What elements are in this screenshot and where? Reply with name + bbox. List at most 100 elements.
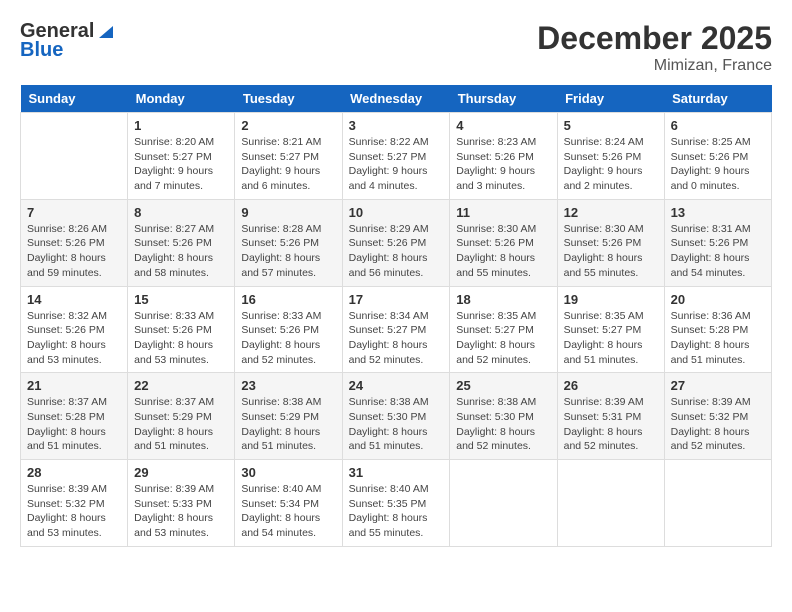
day-number: 22 [134,378,228,393]
day-number: 9 [241,205,335,220]
calendar-cell: 21 Sunrise: 8:37 AM Sunset: 5:28 PM Dayli… [21,373,128,460]
week-row-5: 28Sunrise: 8:39 AM Sunset: 5:32 PM Dayli… [21,460,772,547]
calendar-cell: 15 Sunrise: 8:33 AM Sunset: 5:26 PM Dayli… [128,286,235,373]
day-info: Sunrise: 8:22 AM Sunset: 5:27 PM Dayligh… [349,135,444,194]
calendar-cell: 28Sunrise: 8:39 AM Sunset: 5:32 PM Dayli… [21,460,128,547]
calendar-cell: 2Sunrise: 8:21 AM Sunset: 5:27 PM Daylig… [235,113,342,200]
day-info: Sunrise: 8:24 AM Sunset: 5:26 PM Dayligh… [564,135,658,194]
day-number: 17 [349,292,444,307]
calendar-cell: 30 Sunrise: 8:40 AM Sunset: 5:34 PM Dayli… [235,460,342,547]
day-number: 28 [27,465,121,480]
month-title: December 2025 [537,20,772,57]
calendar-cell: 23 Sunrise: 8:38 AM Sunset: 5:29 PM Dayli… [235,373,342,460]
calendar-cell: 8 Sunrise: 8:27 AM Sunset: 5:26 PM Daylig… [128,199,235,286]
day-number: 31 [349,465,444,480]
calendar-cell: 27 Sunrise: 8:39 AM Sunset: 5:32 PM Dayli… [664,373,771,460]
day-info: Sunrise: 8:25 AM Sunset: 5:26 PM Dayligh… [671,135,765,194]
day-number: 19 [564,292,658,307]
location-text: Mimizan, France [537,57,772,75]
week-row-4: 21 Sunrise: 8:37 AM Sunset: 5:28 PM Dayli… [21,373,772,460]
day-info: Sunrise: 8:29 AM Sunset: 5:26 PM Dayligh… [349,222,444,281]
day-number: 1 [134,118,228,133]
calendar-cell: 9 Sunrise: 8:28 AM Sunset: 5:26 PM Daylig… [235,199,342,286]
calendar-cell: 17 Sunrise: 8:34 AM Sunset: 5:27 PM Dayli… [342,286,450,373]
calendar-cell: 26 Sunrise: 8:39 AM Sunset: 5:31 PM Dayli… [557,373,664,460]
week-row-3: 14 Sunrise: 8:32 AM Sunset: 5:26 PM Dayli… [21,286,772,373]
calendar-cell: 20Sunrise: 8:36 AM Sunset: 5:28 PM Dayli… [664,286,771,373]
calendar-cell [664,460,771,547]
day-number: 24 [349,378,444,393]
day-number: 5 [564,118,658,133]
day-info: Sunrise: 8:30 AM Sunset: 5:26 PM Dayligh… [456,222,550,281]
day-number: 26 [564,378,658,393]
day-number: 15 [134,292,228,307]
day-number: 23 [241,378,335,393]
logo: General Blue [20,20,113,62]
calendar-cell: 6Sunrise: 8:25 AM Sunset: 5:26 PM Daylig… [664,113,771,200]
calendar-cell: 11 Sunrise: 8:30 AM Sunset: 5:26 PM Dayli… [450,199,557,286]
day-info: Sunrise: 8:32 AM Sunset: 5:26 PM Dayligh… [27,309,121,368]
calendar-cell: 3Sunrise: 8:22 AM Sunset: 5:27 PM Daylig… [342,113,450,200]
day-info: Sunrise: 8:38 AM Sunset: 5:30 PM Dayligh… [349,395,444,454]
calendar-cell: 1 Sunrise: 8:20 AM Sunset: 5:27 PM Daylig… [128,113,235,200]
day-info: Sunrise: 8:36 AM Sunset: 5:28 PM Dayligh… [671,309,765,368]
day-info: Sunrise: 8:21 AM Sunset: 5:27 PM Dayligh… [241,135,335,194]
day-info: Sunrise: 8:30 AM Sunset: 5:26 PM Dayligh… [564,222,658,281]
day-number: 14 [27,292,121,307]
calendar-cell: 13 Sunrise: 8:31 AM Sunset: 5:26 PM Dayli… [664,199,771,286]
day-info: Sunrise: 8:28 AM Sunset: 5:26 PM Dayligh… [241,222,335,281]
calendar-cell: 19Sunrise: 8:35 AM Sunset: 5:27 PM Dayli… [557,286,664,373]
day-number: 7 [27,205,121,220]
day-number: 12 [564,205,658,220]
calendar-cell: 25 Sunrise: 8:38 AM Sunset: 5:30 PM Dayli… [450,373,557,460]
calendar-cell: 18 Sunrise: 8:35 AM Sunset: 5:27 PM Dayli… [450,286,557,373]
day-info: Sunrise: 8:40 AM Sunset: 5:34 PM Dayligh… [241,482,335,541]
day-number: 10 [349,205,444,220]
day-info: Sunrise: 8:20 AM Sunset: 5:27 PM Dayligh… [134,135,228,194]
day-info: Sunrise: 8:39 AM Sunset: 5:31 PM Dayligh… [564,395,658,454]
calendar-cell: 29Sunrise: 8:39 AM Sunset: 5:33 PM Dayli… [128,460,235,547]
day-info: Sunrise: 8:27 AM Sunset: 5:26 PM Dayligh… [134,222,228,281]
day-info: Sunrise: 8:40 AM Sunset: 5:35 PM Dayligh… [349,482,444,541]
day-number: 16 [241,292,335,307]
day-info: Sunrise: 8:23 AM Sunset: 5:26 PM Dayligh… [456,135,550,194]
week-row-2: 7 Sunrise: 8:26 AM Sunset: 5:26 PM Daylig… [21,199,772,286]
day-info: Sunrise: 8:39 AM Sunset: 5:32 PM Dayligh… [671,395,765,454]
day-info: Sunrise: 8:38 AM Sunset: 5:30 PM Dayligh… [456,395,550,454]
logo-triangle-icon [95,22,113,40]
day-info: Sunrise: 8:38 AM Sunset: 5:29 PM Dayligh… [241,395,335,454]
calendar-cell: 5 Sunrise: 8:24 AM Sunset: 5:26 PM Daylig… [557,113,664,200]
calendar-cell: 7 Sunrise: 8:26 AM Sunset: 5:26 PM Daylig… [21,199,128,286]
day-number: 8 [134,205,228,220]
calendar-cell [21,113,128,200]
col-monday: Monday [128,85,235,113]
day-number: 21 [27,378,121,393]
col-friday: Friday [557,85,664,113]
calendar-cell [557,460,664,547]
day-number: 18 [456,292,550,307]
day-number: 13 [671,205,765,220]
day-info: Sunrise: 8:26 AM Sunset: 5:26 PM Dayligh… [27,222,121,281]
day-number: 27 [671,378,765,393]
day-info: Sunrise: 8:37 AM Sunset: 5:28 PM Dayligh… [27,395,121,454]
day-info: Sunrise: 8:33 AM Sunset: 5:26 PM Dayligh… [134,309,228,368]
calendar-header-row: Sunday Monday Tuesday Wednesday Thursday… [21,85,772,113]
week-row-1: 1 Sunrise: 8:20 AM Sunset: 5:27 PM Daylig… [21,113,772,200]
calendar-cell: 24 Sunrise: 8:38 AM Sunset: 5:30 PM Dayli… [342,373,450,460]
logo-blue-text: Blue [20,39,63,62]
col-saturday: Saturday [664,85,771,113]
calendar-cell: 12 Sunrise: 8:30 AM Sunset: 5:26 PM Dayli… [557,199,664,286]
calendar-cell: 31 Sunrise: 8:40 AM Sunset: 5:35 PM Dayli… [342,460,450,547]
day-number: 11 [456,205,550,220]
day-info: Sunrise: 8:39 AM Sunset: 5:33 PM Dayligh… [134,482,228,541]
day-info: Sunrise: 8:34 AM Sunset: 5:27 PM Dayligh… [349,309,444,368]
calendar-cell: 14 Sunrise: 8:32 AM Sunset: 5:26 PM Dayli… [21,286,128,373]
col-tuesday: Tuesday [235,85,342,113]
title-section: December 2025 Mimizan, France [537,20,772,75]
day-info: Sunrise: 8:37 AM Sunset: 5:29 PM Dayligh… [134,395,228,454]
calendar-table: Sunday Monday Tuesday Wednesday Thursday… [20,85,772,547]
day-number: 25 [456,378,550,393]
day-number: 30 [241,465,335,480]
day-info: Sunrise: 8:31 AM Sunset: 5:26 PM Dayligh… [671,222,765,281]
day-info: Sunrise: 8:35 AM Sunset: 5:27 PM Dayligh… [456,309,550,368]
